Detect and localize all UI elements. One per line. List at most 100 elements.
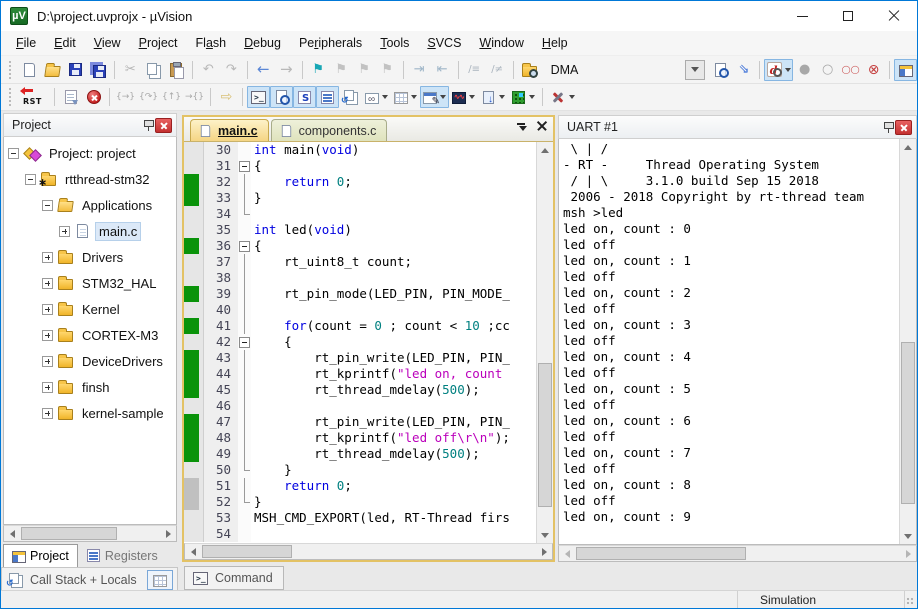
memory-window-button[interactable] <box>391 86 420 108</box>
editor-vertical-scrollbar[interactable] <box>536 142 553 543</box>
expand-icon[interactable] <box>42 330 53 341</box>
editor-tab-main-c[interactable]: main.c <box>190 119 269 141</box>
menu-peripherals[interactable]: Peripherals <box>290 33 371 53</box>
next-bookmark-button[interactable]: ⚑ <box>330 59 353 81</box>
comment-button[interactable]: /≡ <box>463 59 486 81</box>
editor-horizontal-scrollbar[interactable] <box>184 543 553 560</box>
close-panel-button[interactable] <box>155 118 172 133</box>
menu-project[interactable]: Project <box>130 33 187 53</box>
command-window-tab[interactable]: >_ Command <box>184 566 284 590</box>
prev-bookmark-button[interactable]: ⚑ <box>353 59 376 81</box>
uart-horizontal-scrollbar[interactable] <box>558 545 917 562</box>
step-over-button[interactable]: {↷} <box>137 86 160 108</box>
scroll-up-icon[interactable] <box>900 139 916 155</box>
uncomment-button[interactable]: /≠ <box>486 59 509 81</box>
scrollbar-thumb[interactable] <box>538 363 552 507</box>
trace-window-button[interactable] <box>478 86 508 108</box>
scroll-left-icon[interactable] <box>185 544 201 559</box>
navigate-forward-button[interactable]: → <box>275 59 298 81</box>
tree-item-kernel-sample[interactable]: kernel-sample <box>4 400 176 426</box>
clear-bookmarks-button[interactable]: ⚑ <box>376 59 399 81</box>
expand-icon[interactable] <box>42 382 53 393</box>
minimize-button[interactable] <box>779 1 825 31</box>
expand-icon[interactable] <box>42 304 53 315</box>
pin-icon[interactable] <box>143 119 155 132</box>
menu-help[interactable]: Help <box>533 33 577 53</box>
scroll-right-icon[interactable] <box>160 526 176 541</box>
call-stack-bar[interactable]: Call Stack + Locals <box>1 567 178 592</box>
call-stack-window-button[interactable] <box>339 86 362 108</box>
fold-collapse-icon[interactable] <box>238 334 251 350</box>
menu-edit[interactable]: Edit <box>45 33 85 53</box>
start-stop-debug-button[interactable]: d <box>764 59 793 81</box>
window-layout-button[interactable] <box>894 59 917 81</box>
scroll-up-icon[interactable] <box>537 142 553 158</box>
menu-view[interactable]: View <box>85 33 130 53</box>
tree-item-rtthread-stm32[interactable]: rtthread-stm32 <box>4 166 176 192</box>
redo-button[interactable]: ↷ <box>220 59 243 81</box>
scroll-right-icon[interactable] <box>900 546 916 561</box>
watch-window-button[interactable] <box>362 86 391 108</box>
uart-vertical-scrollbar[interactable] <box>899 139 916 544</box>
scrollbar-thumb[interactable] <box>901 342 915 504</box>
reset-cpu-button[interactable]: RST <box>18 86 50 108</box>
uart-output[interactable]: \ | /- RT - Thread Operating System / | … <box>559 139 899 544</box>
scroll-down-icon[interactable] <box>537 527 553 543</box>
fold-collapse-icon[interactable] <box>238 238 251 254</box>
incremental-find-button[interactable]: ⇘ <box>732 59 755 81</box>
symbol-window-button[interactable]: S <box>293 86 316 108</box>
toolbar-grip[interactable] <box>9 61 13 79</box>
analysis-window-button[interactable] <box>449 86 478 108</box>
step-into-button[interactable]: {→} <box>114 86 137 108</box>
system-viewer-button[interactable] <box>508 86 538 108</box>
find-in-files-button[interactable] <box>709 59 732 81</box>
tree-item-project-project[interactable]: Project: project <box>4 140 176 166</box>
project-horizontal-scrollbar[interactable] <box>3 525 177 542</box>
tree-item-cortex-m3[interactable]: CORTEX-M3 <box>4 322 176 348</box>
expand-icon[interactable] <box>42 278 53 289</box>
command-window-button[interactable]: >_ <box>247 86 270 108</box>
collapse-icon[interactable] <box>8 148 19 159</box>
disable-all-breakpoints-button[interactable]: ◯◯ <box>839 59 862 81</box>
new-file-button[interactable] <box>18 59 41 81</box>
tree-item-stm32-hal[interactable]: STM32_HAL <box>4 270 176 296</box>
serial-window-button[interactable] <box>420 86 449 108</box>
tree-item-finsh[interactable]: finsh <box>4 374 176 400</box>
expand-icon[interactable] <box>42 252 53 263</box>
paste-button[interactable] <box>165 59 188 81</box>
run-to-cursor-button[interactable]: →{} <box>183 86 206 108</box>
open-file-button[interactable] <box>41 59 64 81</box>
enable-breakpoint-button[interactable]: ○ <box>816 59 839 81</box>
expand-icon[interactable] <box>42 356 53 367</box>
run-button[interactable] <box>59 86 82 108</box>
close-document-button[interactable] <box>537 121 547 131</box>
tab-registers[interactable]: Registers <box>78 544 166 567</box>
tree-item-drivers[interactable]: Drivers <box>4 244 176 270</box>
scrollbar-thumb[interactable] <box>202 545 292 558</box>
menu-file[interactable]: File <box>7 33 45 53</box>
menu-flash[interactable]: Flash <box>187 33 236 53</box>
combo-dropdown-button[interactable] <box>685 60 705 80</box>
tree-item-applications[interactable]: Applications <box>4 192 176 218</box>
save-button[interactable] <box>64 59 87 81</box>
search-box[interactable]: DMA <box>545 60 706 80</box>
memory-window-tab-button[interactable] <box>147 570 173 590</box>
menu-tools[interactable]: Tools <box>371 33 418 53</box>
code-editor[interactable]: 30int main(void)31{32 return 0;33}3435in… <box>184 141 553 543</box>
expand-icon[interactable] <box>42 408 53 419</box>
step-out-button[interactable]: {↑} <box>160 86 183 108</box>
scroll-down-icon[interactable] <box>900 528 916 544</box>
copy-button[interactable] <box>142 59 165 81</box>
indent-button[interactable]: ⇥ <box>408 59 431 81</box>
scroll-left-icon[interactable] <box>559 546 575 561</box>
disassembly-window-button[interactable] <box>270 86 293 108</box>
save-all-button[interactable] <box>87 59 110 81</box>
registers-window-button[interactable] <box>316 86 339 108</box>
fold-collapse-icon[interactable] <box>238 158 251 174</box>
navigate-back-button[interactable]: ← <box>252 59 275 81</box>
close-button[interactable] <box>871 1 917 31</box>
kill-all-breakpoints-button[interactable]: ⊗ <box>862 59 885 81</box>
scrollbar-thumb[interactable] <box>21 527 117 540</box>
insert-breakpoint-button[interactable]: ● <box>793 59 816 81</box>
scrollbar-thumb[interactable] <box>576 547 746 560</box>
